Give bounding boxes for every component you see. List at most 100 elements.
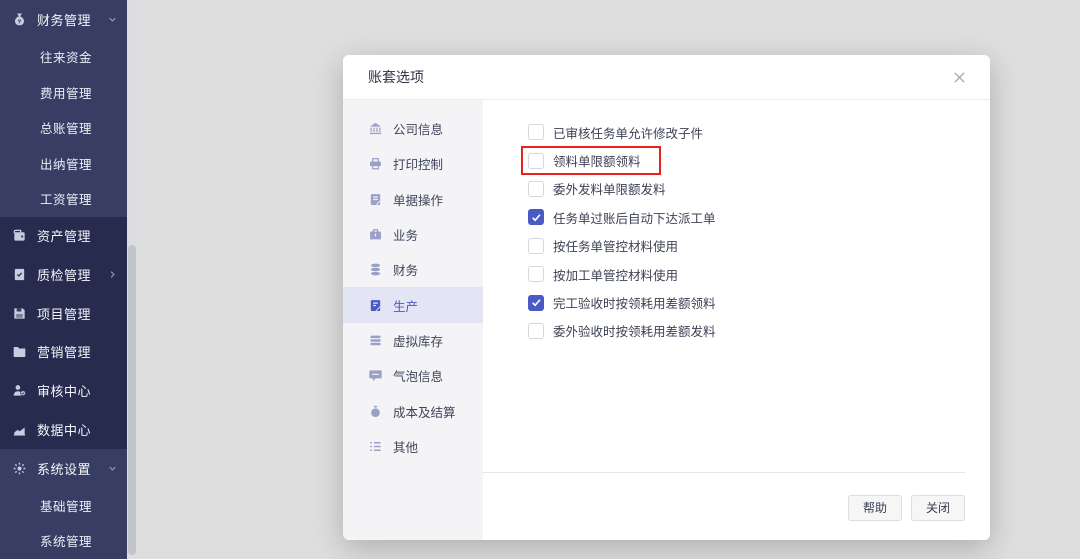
checkbox[interactable]	[528, 322, 544, 339]
sidebar-item-project-mgmt[interactable]: 项目管理	[0, 294, 127, 333]
sidebar-item-marketing-mgmt[interactable]: 营销管理	[0, 333, 127, 372]
checkbox-label[interactable]: 领料单限额领料	[553, 151, 641, 170]
sidebar-middle-section: 资产管理 质检管理 项目管理 营销管理 审核中心 数据中心	[0, 217, 127, 449]
production-icon	[368, 298, 383, 313]
checkbox[interactable]	[528, 294, 544, 311]
sidebar-item-system-settings[interactable]: 系统设置	[0, 449, 127, 488]
dialog-title: 账套选项	[368, 69, 424, 85]
sidebar-item-label: 资产管理	[37, 229, 92, 245]
sidebar-item-label: 系统设置	[37, 461, 92, 477]
dialog-body: 公司信息 打印控制 单据操作 业务 财务 生产 虚拟库存 气泡信息 成本及结算 …	[343, 100, 990, 540]
nav-item-virtual-inventory[interactable]: 虚拟库存	[343, 323, 483, 358]
nav-item-label: 公司信息	[393, 123, 444, 138]
nav-item-business[interactable]: 业务	[343, 217, 483, 252]
checkbox-label[interactable]: 完工验收时按领耗用差额领料	[553, 293, 716, 312]
sidebar-item-label: 系统管理	[40, 535, 93, 550]
sidebar-item-system-mgmt[interactable]: 系统管理	[0, 523, 127, 559]
sidebar-item-audit-center[interactable]: 审核中心	[0, 371, 127, 410]
gear-icon	[11, 460, 27, 476]
nav-item-cost-settlement[interactable]: 成本及结算	[343, 393, 483, 428]
dialog-nav: 公司信息 打印控制 单据操作 业务 财务 生产 虚拟库存 气泡信息 成本及结算 …	[343, 100, 483, 540]
nav-item-bubble-info[interactable]: 气泡信息	[343, 358, 483, 393]
nav-item-label: 虚拟库存	[393, 334, 444, 349]
nav-item-company-info[interactable]: 公司信息	[343, 111, 483, 146]
help-button[interactable]: 帮助	[847, 495, 902, 521]
sidebar-item-label: 审核中心	[37, 384, 92, 400]
checkbox-row-outsource-diff-issue: 委外验收时按领耗用差额发料	[521, 317, 736, 345]
checkbox-label[interactable]: 任务单过账后自动下达派工单	[553, 208, 716, 227]
checkbox-label[interactable]: 委外发料单限额发料	[553, 179, 666, 198]
close-icon[interactable]	[950, 68, 968, 86]
briefcase-icon	[368, 227, 383, 242]
chevron-down-icon	[108, 464, 117, 473]
sidebar-item-label: 质检管理	[37, 268, 92, 284]
dialog-footer: 帮助 关闭	[847, 495, 965, 521]
document-icon	[368, 192, 383, 207]
nav-item-label: 其他	[393, 440, 419, 455]
sidebar-item-salary-mgmt[interactable]: 工资管理	[0, 181, 127, 217]
sidebar-item-label: 费用管理	[40, 86, 93, 101]
printer-icon	[368, 156, 383, 171]
sidebar-item-cashier-mgmt[interactable]: 出纳管理	[0, 146, 127, 182]
sidebar-item-label: 出纳管理	[40, 157, 93, 172]
footer-divider	[483, 472, 965, 473]
chart-icon	[11, 421, 27, 437]
folder-icon	[11, 344, 27, 360]
dialog-content: 已审核任务单允许修改子件 领料单限额领料 委外发料单限额发料 任务单过账后自动下…	[483, 100, 990, 540]
sidebar-item-basic-mgmt[interactable]: 基础管理	[0, 488, 127, 524]
checkbox[interactable]	[528, 124, 544, 141]
checkbox[interactable]	[528, 152, 544, 169]
checkbox-row-outsource-issue-limit: 委外发料单限额发料	[521, 175, 686, 203]
checkbox[interactable]	[528, 237, 544, 254]
close-button[interactable]: 关闭	[910, 495, 965, 521]
sidebar-item-ledger-mgmt[interactable]: 总账管理	[0, 110, 127, 146]
checkbox-list: 已审核任务单允许修改子件 领料单限额领料 委外发料单限额发料 任务单过账后自动下…	[483, 100, 990, 345]
sidebar-scrollbar[interactable]	[127, 0, 137, 555]
cost-icon	[368, 404, 383, 419]
nav-item-label: 单据操作	[393, 193, 444, 208]
nav-item-label: 成本及结算	[393, 405, 456, 420]
list-icon	[368, 439, 383, 454]
sidebar-item-finance-mgmt[interactable]: ¥ 财务管理	[0, 0, 127, 39]
page: ¥ 财务管理 往来资金 费用管理 总账管理 出纳管理 工资管理 资产管理 质检管…	[0, 0, 1080, 559]
nav-item-production[interactable]: 生产	[343, 287, 483, 323]
bubble-icon	[368, 368, 383, 383]
svg-text:¥: ¥	[17, 18, 21, 25]
audit-icon	[11, 383, 27, 399]
checkbox-label[interactable]: 按加工单管控材料使用	[553, 265, 678, 284]
sidebar-item-expense-mgmt[interactable]: 费用管理	[0, 75, 127, 111]
sidebar-item-current-funds[interactable]: 往来资金	[0, 39, 127, 75]
nav-item-finance[interactable]: 财务	[343, 252, 483, 287]
sidebar-item-label: 项目管理	[37, 306, 92, 322]
quality-icon	[11, 267, 27, 283]
dialog-header: 账套选项	[343, 55, 990, 100]
checkbox-label[interactable]: 委外验收时按领耗用差额发料	[553, 321, 716, 340]
checkbox[interactable]	[528, 209, 544, 226]
nav-item-label: 生产	[393, 299, 419, 314]
sidebar-item-label: 基础管理	[40, 499, 93, 514]
inventory-icon	[368, 333, 383, 348]
nav-item-other[interactable]: 其他	[343, 429, 483, 464]
sidebar-item-data-center[interactable]: 数据中心	[0, 410, 127, 449]
nav-item-document-ops[interactable]: 单据操作	[343, 182, 483, 217]
account-options-dialog: 账套选项 公司信息 打印控制 单据操作 业务 财务 生产 虚拟库存 气泡信息 成…	[343, 55, 990, 540]
checkbox[interactable]	[528, 180, 544, 197]
sidebar-group-finance: ¥ 财务管理 往来资金 费用管理 总账管理 出纳管理 工资管理	[0, 0, 127, 217]
sidebar: ¥ 财务管理 往来资金 费用管理 总账管理 出纳管理 工资管理 资产管理 质检管…	[0, 0, 127, 559]
sidebar-item-label: 数据中心	[37, 422, 92, 438]
checkbox-label[interactable]: 已审核任务单允许修改子件	[553, 123, 703, 142]
checkbox-row-auto-dispatch: 任务单过账后自动下达派工单	[521, 203, 736, 231]
scrollbar-thumb[interactable]	[128, 245, 136, 555]
database-icon	[368, 262, 383, 277]
sidebar-item-label: 总账管理	[40, 122, 93, 137]
sidebar-item-label: 财务管理	[37, 13, 92, 28]
nav-item-label: 气泡信息	[393, 370, 444, 385]
checkbox-label[interactable]: 按任务单管控材料使用	[553, 236, 678, 255]
checkbox[interactable]	[528, 266, 544, 283]
sidebar-item-asset-mgmt[interactable]: 资产管理	[0, 217, 127, 256]
checkbox-row-approved-task-edit: 已审核任务单允许修改子件	[521, 118, 723, 146]
money-bag-icon: ¥	[11, 12, 27, 28]
sidebar-item-quality-mgmt[interactable]: 质检管理	[0, 255, 127, 294]
nav-item-print-control[interactable]: 打印控制	[343, 146, 483, 181]
sidebar-item-label: 工资管理	[40, 193, 93, 208]
